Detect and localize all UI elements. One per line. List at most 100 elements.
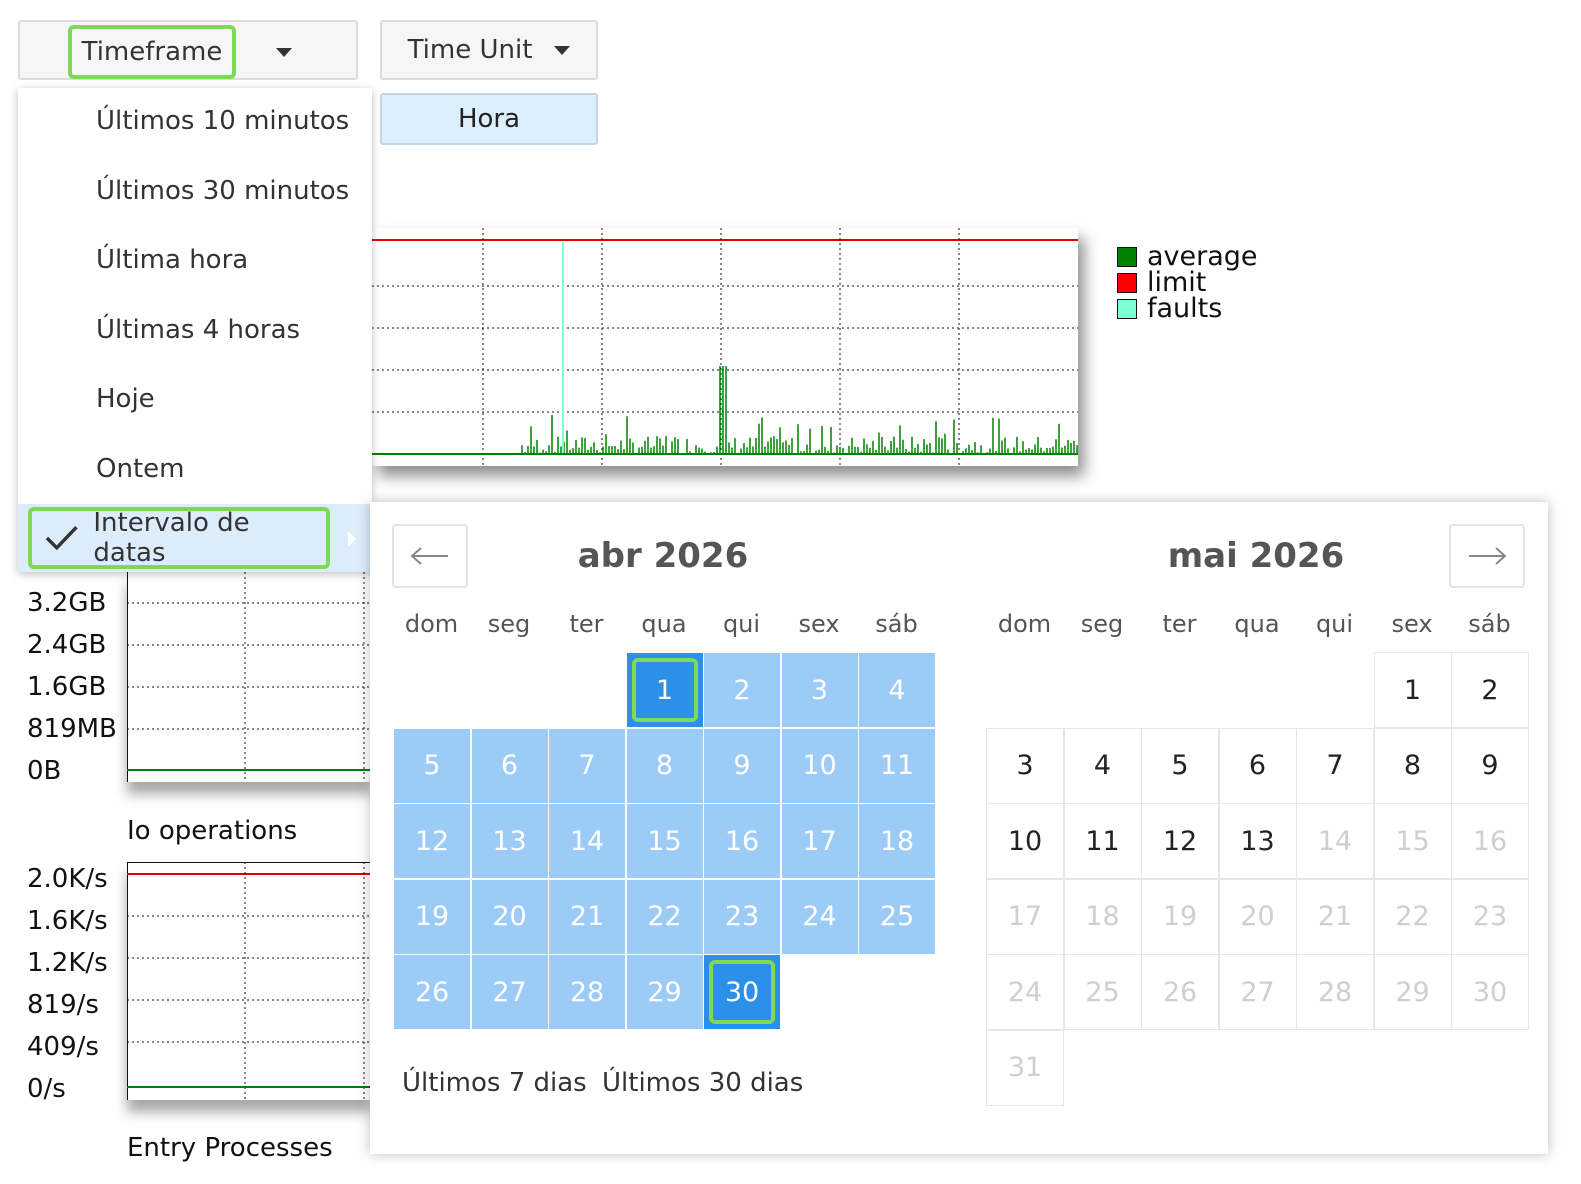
weekday-header: sáb [875, 610, 918, 638]
calendar-day[interactable]: 6 [470, 727, 549, 804]
chevron-down-icon [554, 45, 571, 55]
calendar-day[interactable]: 11 [1063, 803, 1142, 879]
weekday-header: qua [641, 610, 687, 638]
calendar-day[interactable]: 26 [393, 954, 471, 1030]
menu-item-last-10-minutes[interactable]: Últimos 10 minutos [96, 106, 349, 136]
calendar-day: 22 [1373, 878, 1452, 955]
calendar-day[interactable]: 12 [393, 803, 471, 879]
entry-processes-title: Entry Processes [127, 1133, 333, 1163]
weekday-header: ter [569, 610, 604, 638]
calendar-day: 21 [1296, 878, 1374, 955]
calendar-day: 14 [1296, 803, 1374, 879]
legend-item-faults: faults [1117, 295, 1258, 322]
calendar-day[interactable]: 13 [1218, 803, 1297, 879]
io-chart [126, 861, 372, 1100]
calendar-day[interactable]: 21 [548, 878, 626, 955]
calendar-day[interactable]: 6 [1218, 727, 1297, 804]
usage-chart [372, 228, 1078, 466]
calendar-day: 24 [986, 954, 1064, 1030]
range-endpoint-ring [631, 658, 698, 722]
calendar-day[interactable]: 20 [470, 878, 549, 955]
calendar-day[interactable]: 22 [625, 878, 704, 955]
calendar-day[interactable]: 15 [625, 803, 704, 879]
calendar-day[interactable]: 10 [986, 803, 1064, 879]
calendar-day[interactable]: 29 [625, 954, 704, 1030]
calendar-day[interactable]: 1 [1373, 652, 1452, 728]
quick-range-last-30-days[interactable]: Últimos 30 dias [602, 1068, 803, 1098]
calendar-day: 28 [1296, 954, 1374, 1030]
arrow-left-icon [410, 547, 448, 565]
weekday-header: sáb [1468, 610, 1511, 638]
y-tick: 0B [27, 756, 62, 786]
calendar-day[interactable]: 2 [703, 652, 781, 728]
calendar-day[interactable]: 9 [1451, 727, 1529, 804]
calendar-day[interactable]: 4 [1063, 727, 1142, 804]
date-range-highlight: Intervalo de datas [28, 507, 330, 569]
calendar-day[interactable]: 4 [858, 652, 936, 728]
weekday-header: sex [798, 610, 840, 638]
calendar-day[interactable]: 16 [703, 803, 781, 879]
weekday-header: dom [997, 610, 1052, 638]
timeframe-menu: Últimos 10 minutos Últimos 30 minutos Úl… [18, 88, 372, 572]
calendar-day[interactable]: 7 [1296, 727, 1374, 804]
menu-item-last-hour[interactable]: Última hora [96, 245, 248, 275]
left-month-title: abr 2026 [577, 536, 749, 576]
menu-item-last-30-minutes[interactable]: Últimos 30 minutos [96, 176, 349, 206]
calendar-day[interactable]: 1 [625, 652, 704, 728]
calendar-day[interactable]: 23 [703, 878, 781, 955]
calendar-day[interactable]: 27 [470, 954, 549, 1030]
calendar-day[interactable]: 17 [780, 803, 859, 879]
calendar-day[interactable]: 3 [986, 727, 1064, 804]
calendar-day[interactable]: 12 [1141, 803, 1219, 879]
menu-item-yesterday[interactable]: Ontem [96, 454, 184, 484]
weekday-header: ter [1162, 610, 1197, 638]
y-tick: 1.2K/s [27, 948, 108, 978]
y-tick: 2.0K/s [27, 864, 108, 894]
menu-item-date-range[interactable]: Intervalo de datas [18, 504, 372, 572]
calendar-day[interactable]: 8 [1373, 727, 1452, 804]
next-month-button[interactable] [1449, 524, 1525, 588]
io-chart-title: Io operations [127, 816, 298, 846]
calendar-day[interactable]: 18 [858, 803, 936, 879]
memory-chart-plot [126, 572, 372, 782]
calendar-day[interactable]: 25 [858, 878, 936, 955]
calendar-day[interactable]: 7 [548, 727, 626, 804]
calendar-day[interactable]: 14 [548, 803, 626, 879]
y-tick: 3.2GB [27, 588, 107, 618]
calendar-day[interactable]: 5 [1141, 727, 1219, 804]
date-range-picker: abr 2026 mai 2026 dom seg ter qua qui sex sáb 1… [370, 502, 1548, 1154]
calendar-day[interactable]: 10 [780, 727, 859, 804]
calendar-day[interactable]: 13 [470, 803, 549, 879]
calendar-day[interactable]: 11 [858, 727, 936, 804]
chevron-down-icon [276, 48, 292, 57]
calendar-day[interactable]: 5 [393, 727, 471, 804]
calendar-day: 20 [1218, 878, 1297, 955]
calendar-day: 16 [1451, 803, 1529, 879]
y-tick: 1.6GB [27, 672, 107, 702]
memory-chart [126, 572, 372, 782]
range-endpoint-ring [709, 960, 775, 1024]
prev-month-button[interactable] [392, 524, 468, 588]
weekday-header: dom [404, 610, 459, 638]
y-tick: 1.6K/s [27, 906, 108, 936]
time-unit-button[interactable]: Time Unit [380, 20, 598, 80]
calendar-day[interactable]: 30 [703, 954, 781, 1030]
calendar-day[interactable]: 8 [625, 727, 704, 804]
legend-swatch [1117, 247, 1137, 267]
calendar-day[interactable]: 19 [393, 878, 471, 955]
calendar-day[interactable]: 9 [703, 727, 781, 804]
menu-item-last-4-hours[interactable]: Últimas 4 horas [96, 315, 300, 345]
menu-item-today[interactable]: Hoje [96, 384, 155, 414]
calendar-day[interactable]: 2 [1451, 652, 1529, 728]
weekday-header: sex [1391, 610, 1433, 638]
weekday-header: seg [487, 610, 531, 638]
calendar-day[interactable]: 24 [780, 878, 859, 955]
timeframe-button[interactable]: Timeframe [18, 20, 358, 80]
calendar-day[interactable]: 3 [780, 652, 859, 728]
calendar-day: 15 [1373, 803, 1452, 879]
time-unit-value[interactable]: Hora [380, 93, 598, 145]
calendar-day[interactable]: 28 [548, 954, 626, 1030]
weekday-header: qui [722, 610, 761, 638]
quick-range-last-7-days[interactable]: Últimos 7 dias [402, 1068, 587, 1098]
calendar-day: 27 [1218, 954, 1297, 1030]
